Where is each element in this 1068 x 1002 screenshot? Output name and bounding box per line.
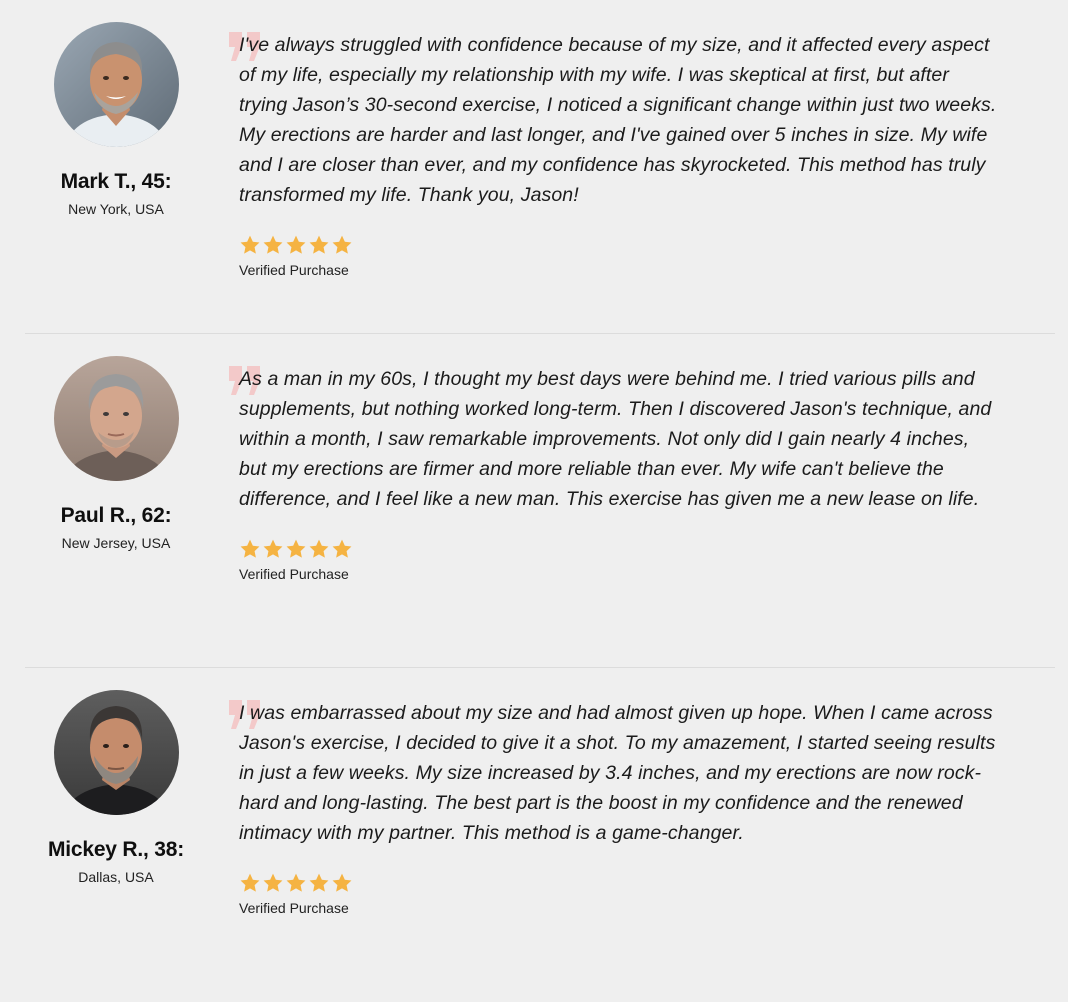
review-content: As a man in my 60s, I thought my best da… (229, 364, 999, 583)
verified-purchase-label: Verified Purchase (239, 262, 349, 278)
avatar-photo-icon (53, 690, 179, 815)
review-text: I was embarrassed about my size and had … (239, 702, 996, 844)
star-icon (332, 539, 352, 558)
reviewer-name: Mark T., 45: (60, 170, 172, 193)
star-icon (332, 235, 352, 254)
avatar (53, 356, 179, 481)
verified-purchase-label: Verified Purchase (239, 566, 349, 582)
star-icon (286, 539, 306, 558)
avatar-photo-icon (53, 22, 179, 147)
star-icon (240, 235, 260, 254)
review-card: Mickey R., 38: Dallas, USA I was embarra… (25, 668, 1055, 1002)
star-icon (240, 873, 260, 892)
star-rating (239, 538, 999, 560)
star-icon (263, 539, 283, 558)
verified-purchase-label: Verified Purchase (239, 900, 349, 916)
star-icon (263, 873, 283, 892)
star-icon (309, 873, 329, 892)
reviewer-name: Paul R., 62: (60, 504, 172, 527)
star-icon (309, 235, 329, 254)
star-icon (263, 235, 283, 254)
star-rating (239, 872, 999, 894)
review-author: Mark T., 45: New York, USA (25, 22, 207, 218)
reviewer-location: Dallas, USA (78, 869, 154, 885)
star-icon (286, 235, 306, 254)
review-text: As a man in my 60s, I thought my best da… (239, 368, 992, 510)
star-icon (332, 873, 352, 892)
reviewer-name: Mickey R., 38: (47, 838, 185, 861)
review-content: I've always struggled with confidence be… (229, 30, 999, 279)
avatar (53, 22, 179, 147)
avatar-photo-icon (53, 356, 179, 481)
avatar (53, 690, 179, 815)
reviewer-location: New York, USA (68, 201, 164, 217)
star-icon (286, 873, 306, 892)
reviewer-location: New Jersey, USA (61, 535, 171, 551)
review-text: I've always struggled with confidence be… (239, 34, 997, 206)
star-icon (240, 539, 260, 558)
review-author: Paul R., 62: New Jersey, USA (25, 356, 207, 552)
review-author: Mickey R., 38: Dallas, USA (25, 690, 207, 886)
star-icon (309, 539, 329, 558)
review-card: Mark T., 45: New York, USA I've always s… (25, 0, 1055, 334)
review-card: Paul R., 62: New Jersey, USA As a man in… (25, 334, 1055, 668)
star-rating (239, 234, 999, 256)
review-content: I was embarrassed about my size and had … (229, 698, 999, 917)
